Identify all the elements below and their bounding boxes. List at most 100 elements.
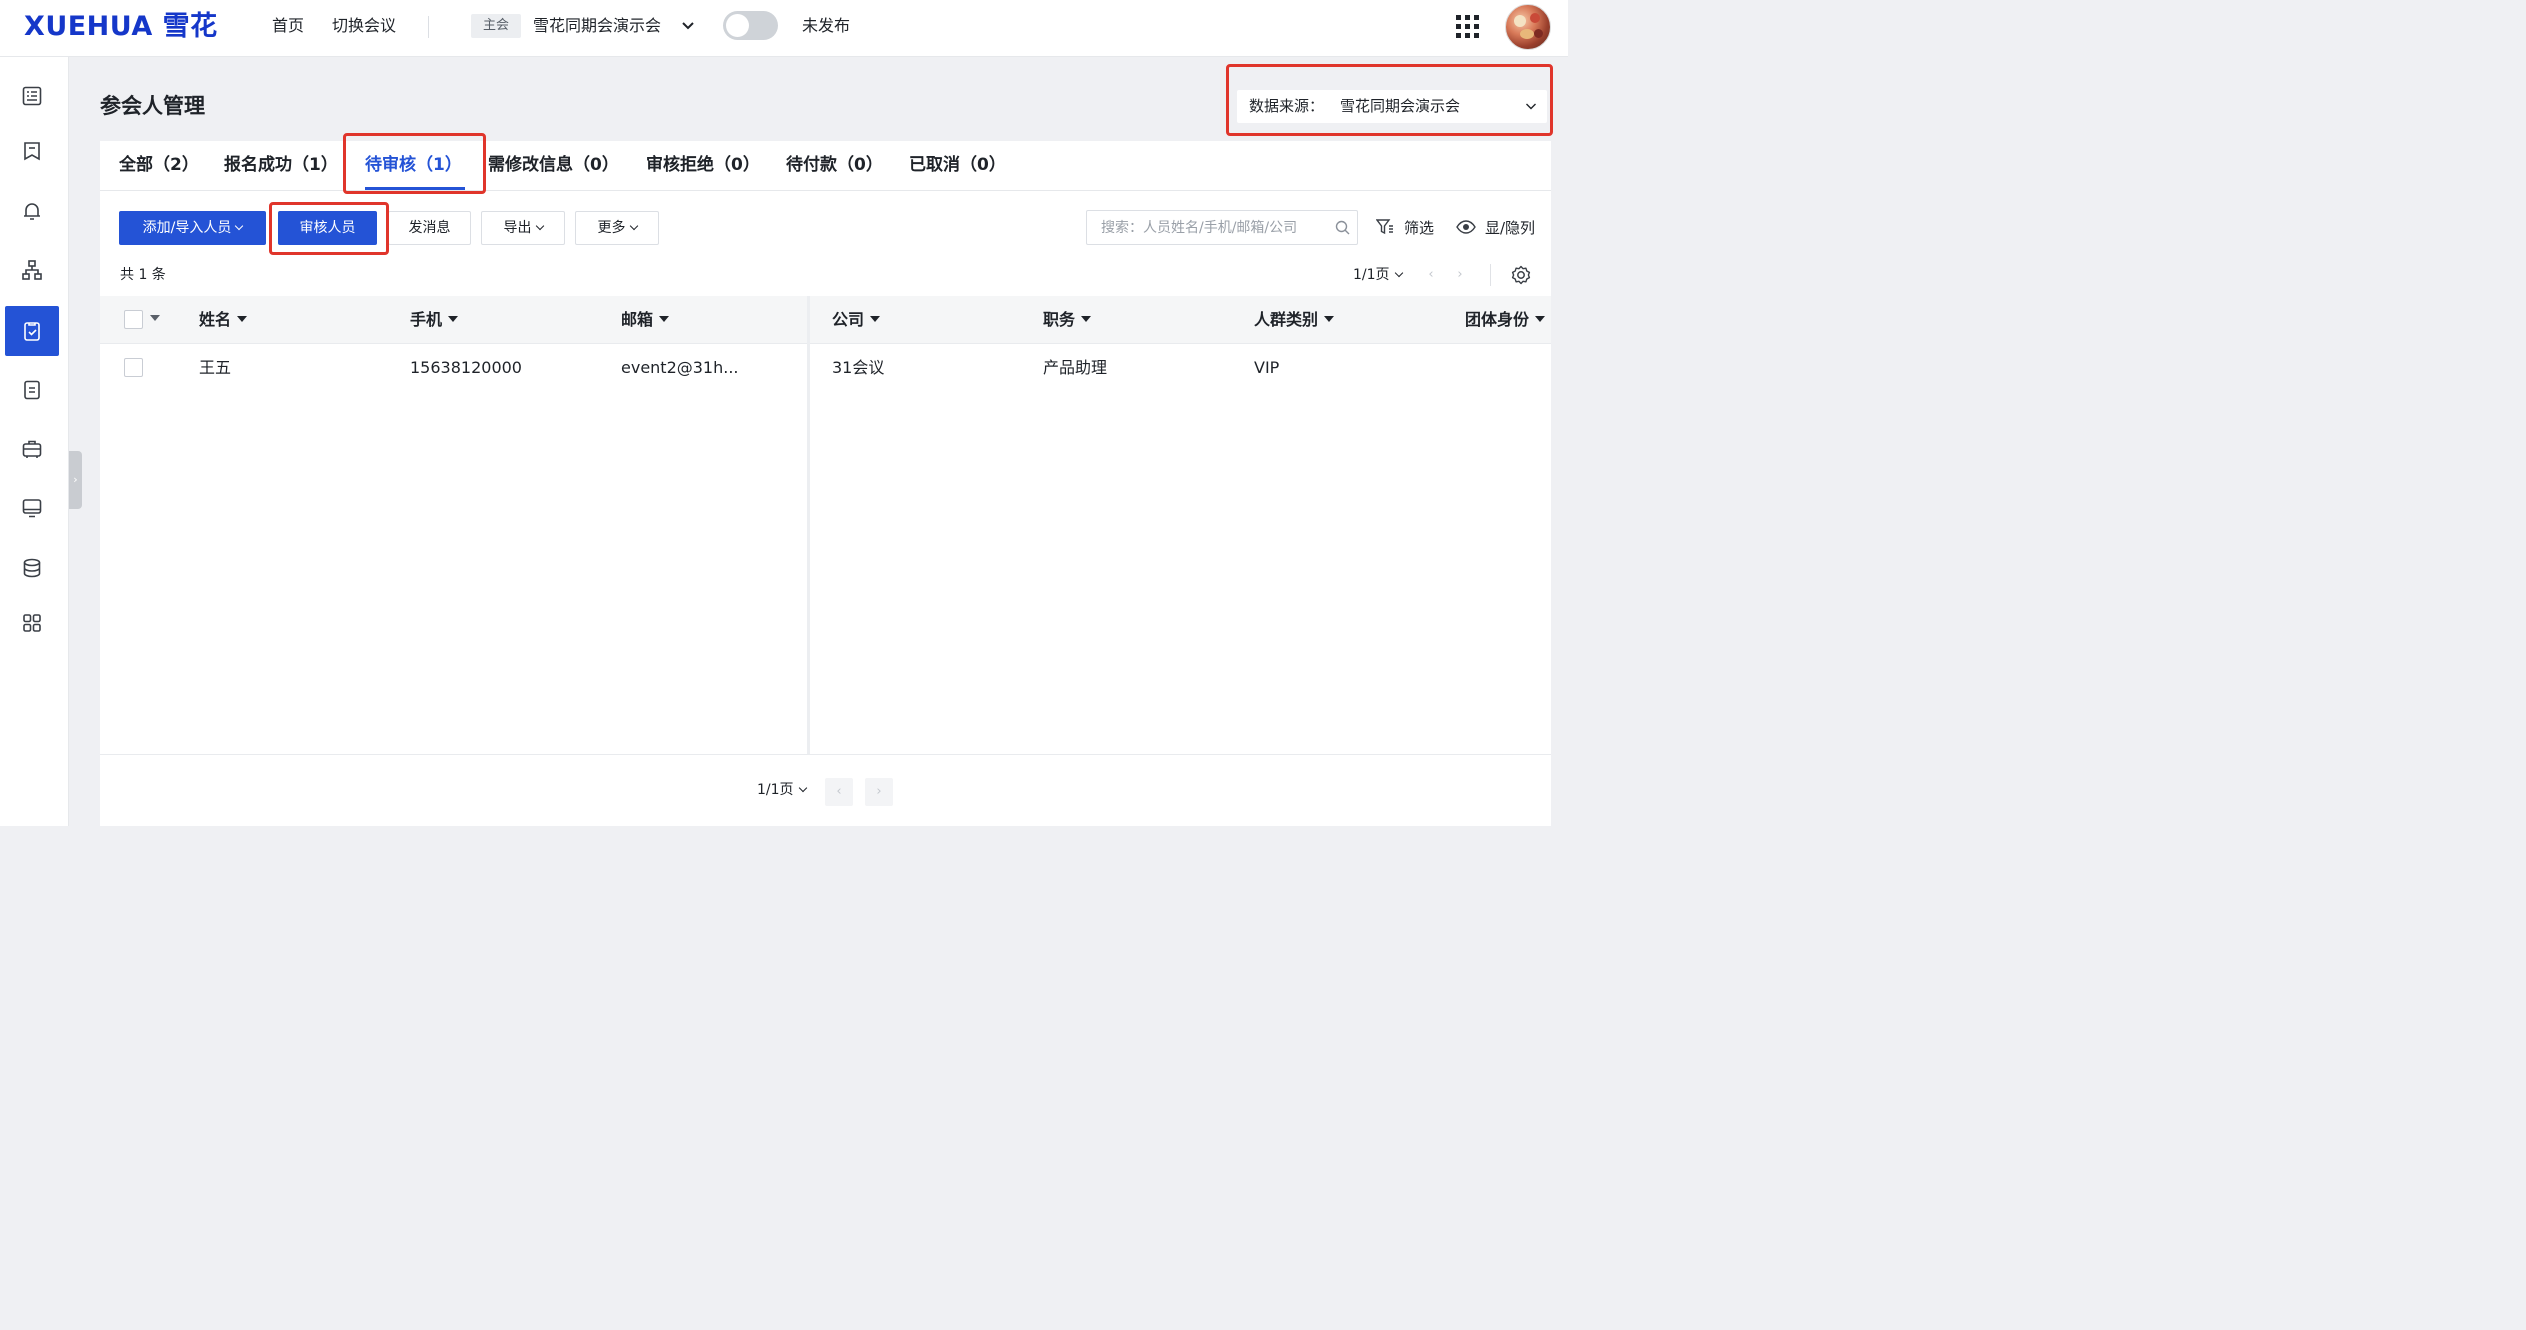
tab-pending-payment[interactable]: 待付款（0） (786, 154, 883, 176)
cell-group-category: VIP (1254, 358, 1280, 377)
column-label: 人群类别 (1254, 310, 1319, 329)
publish-status-label: 未发布 (802, 16, 851, 35)
column-label: 公司 (832, 310, 865, 329)
sidebar-collapse-handle[interactable]: › (69, 451, 82, 509)
sidebar-item-data[interactable] (5, 543, 59, 593)
grid-icon (23, 614, 41, 632)
tab-needs-edit[interactable]: 需修改信息（0） (488, 154, 619, 176)
left-sidebar (0, 57, 69, 826)
page-title: 参会人管理 (100, 94, 205, 118)
bell-icon (24, 203, 40, 220)
more-label: 更多 (597, 220, 626, 236)
filter-button[interactable]: 筛选 (1376, 218, 1434, 238)
chevron-down-icon (629, 221, 638, 231)
column-header-group-category[interactable]: 人群类别 (1254, 310, 1335, 330)
table-header: 姓名 手机 邮箱 公司 职务 人群类别 团体身份 (100, 296, 1551, 344)
sidebar-item-organization[interactable] (5, 245, 59, 295)
tab-rejected[interactable]: 审核拒绝（0） (646, 154, 760, 176)
sidebar-item-apps[interactable] (5, 598, 59, 648)
row-checkbox[interactable] (124, 358, 143, 377)
chevron-down-icon (535, 221, 544, 231)
search-input[interactable] (1087, 211, 1327, 244)
show-hide-columns-label: 显/隐列 (1485, 219, 1536, 237)
tab-all[interactable]: 全部（2） (119, 154, 199, 176)
export-button[interactable]: 导出 (481, 211, 565, 245)
nav-home-link[interactable]: 首页 (272, 16, 304, 36)
show-hide-columns-button[interactable]: 显/隐列 (1456, 218, 1535, 238)
column-header-team-role[interactable]: 团体身份 (1465, 310, 1546, 330)
page-selector-top[interactable]: 1/1页 (1353, 266, 1403, 284)
toolbar-divider (1490, 264, 1491, 286)
top-nav-bar: XUEHUA 雪花 首页 切换会议 主会 雪花同期会演示会 未发布 (0, 0, 1568, 57)
chevron-down-icon (1394, 268, 1403, 278)
brand-logo[interactable]: XUEHUA 雪花 (24, 12, 218, 42)
table-bottom-border (100, 754, 1551, 755)
prev-page-button[interactable]: ‹ (1420, 264, 1442, 286)
send-message-button[interactable]: 发消息 (388, 211, 471, 245)
eye-icon (1456, 220, 1476, 234)
nav-switch-conference-link[interactable]: 切换会议 (332, 16, 396, 36)
filter-label: 筛选 (1404, 219, 1435, 237)
sidebar-item-screen[interactable] (5, 483, 59, 533)
bookmark-icon (24, 142, 40, 161)
attendee-panel: 全部（2） 报名成功（1） 待审核（1） 需修改信息（0） 审核拒绝（0） 待付… (100, 141, 1551, 826)
next-page-button[interactable]: › (1449, 264, 1471, 286)
filter-icon (1376, 219, 1393, 235)
publish-toggle[interactable] (723, 11, 778, 40)
database-icon (23, 558, 41, 578)
column-header-email[interactable]: 邮箱 (621, 310, 670, 330)
chevron-down-icon (798, 783, 807, 793)
sidebar-item-bookmark[interactable] (5, 126, 59, 176)
dashboard-icon (22, 86, 42, 106)
data-source-select[interactable]: 数据来源： 雪花同期会演示会 (1237, 90, 1547, 123)
review-button[interactable]: 审核人员 (278, 211, 377, 245)
tab-pending-review[interactable]: 待审核（1） (365, 154, 462, 176)
chevron-down-icon (235, 221, 244, 231)
cell-company: 31会议 (832, 358, 885, 377)
page-selector-bottom[interactable]: 1/1页 (757, 781, 807, 799)
column-header-company[interactable]: 公司 (832, 310, 881, 330)
main-conference-tag: 主会 (471, 14, 521, 38)
tab-registered[interactable]: 报名成功（1） (224, 154, 338, 176)
column-header-phone[interactable]: 手机 (410, 310, 459, 330)
column-label: 邮箱 (621, 310, 654, 329)
apps-grid-icon[interactable] (1456, 15, 1479, 38)
column-header-position[interactable]: 职务 (1043, 310, 1092, 330)
select-menu-caret-icon[interactable] (150, 315, 160, 321)
cell-name: 王五 (199, 358, 232, 377)
data-source-label: 数据来源： (1249, 97, 1325, 115)
chevron-down-icon[interactable] (681, 20, 695, 32)
sidebar-item-travel[interactable] (5, 424, 59, 474)
sidebar-item-dashboard[interactable] (5, 71, 59, 121)
toggle-knob (726, 14, 749, 37)
cell-email: event2@31h... (621, 358, 739, 377)
sidebar-item-notifications[interactable] (5, 186, 59, 236)
page-indicator: 1/1页 (757, 782, 794, 798)
column-header-name[interactable]: 姓名 (199, 310, 248, 330)
tab-cancelled[interactable]: 已取消（0） (909, 154, 1006, 176)
column-label: 职务 (1043, 310, 1076, 329)
gear-icon[interactable] (1510, 264, 1532, 286)
briefcase-icon (22, 440, 42, 458)
document-icon (24, 380, 40, 400)
nav-divider (428, 16, 429, 38)
sidebar-item-documents[interactable] (5, 365, 59, 415)
more-button[interactable]: 更多 (575, 211, 659, 245)
checklist-icon (24, 322, 40, 341)
column-label: 团体身份 (1465, 310, 1530, 329)
conference-selector[interactable]: 雪花同期会演示会 (533, 16, 661, 36)
cell-position: 产品助理 (1043, 358, 1108, 377)
sidebar-item-attendees[interactable] (5, 306, 59, 356)
add-import-button[interactable]: 添加/导入人员 (119, 211, 266, 245)
next-page-button[interactable]: › (865, 778, 893, 806)
status-tabs: 全部（2） 报名成功（1） 待审核（1） 需修改信息（0） 审核拒绝（0） 待付… (100, 141, 1551, 191)
cell-phone: 15638120000 (410, 358, 522, 377)
prev-page-button[interactable]: ‹ (825, 778, 853, 806)
export-label: 导出 (503, 220, 532, 236)
add-import-label: 添加/导入人员 (142, 220, 232, 236)
org-tree-icon (22, 260, 42, 280)
search-box (1086, 210, 1358, 245)
select-all-checkbox[interactable] (124, 310, 143, 329)
user-avatar[interactable] (1505, 4, 1551, 50)
search-icon[interactable] (1335, 220, 1350, 235)
